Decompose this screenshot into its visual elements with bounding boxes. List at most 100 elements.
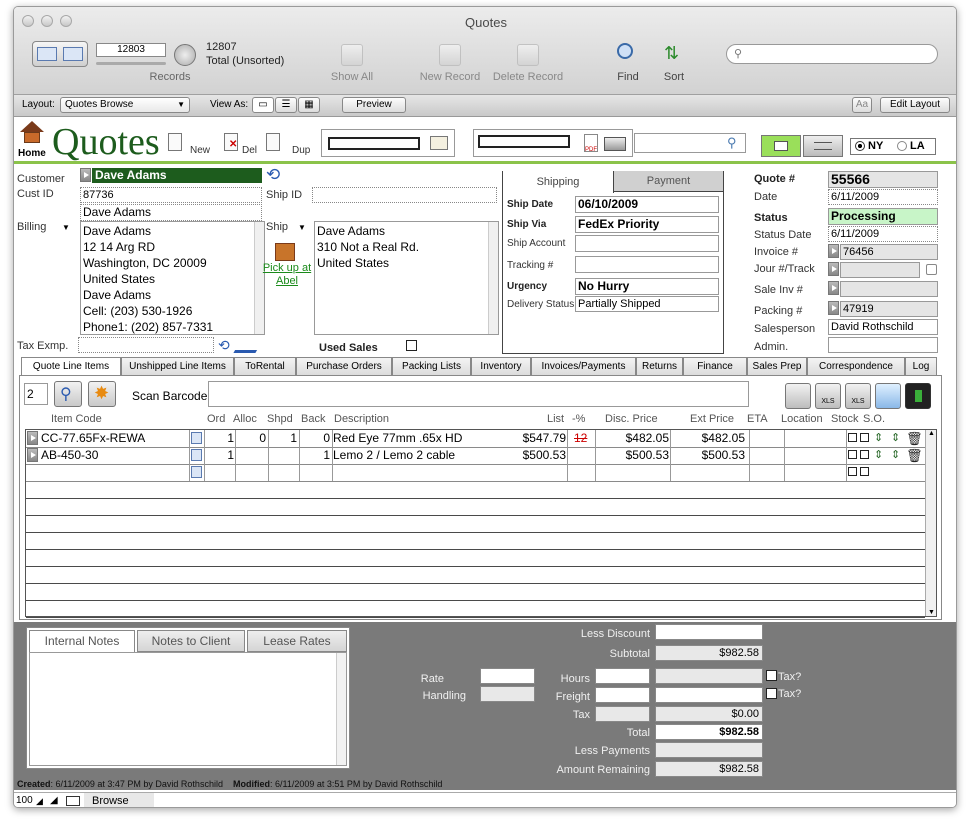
ship-dropdown-icon[interactable]: ▼: [298, 223, 306, 232]
cell-ext-price[interactable]: $482.05: [672, 431, 745, 445]
tab-unshipped-line-items[interactable]: Unshipped Line Items: [121, 357, 234, 376]
row-goto-button[interactable]: [27, 448, 38, 462]
zoom-in-icon[interactable]: ◢: [50, 795, 58, 806]
trash-icon[interactable]: 🗑: [906, 448, 923, 464]
tax-hours-checkbox[interactable]: [766, 670, 777, 681]
cell-ord[interactable]: 1: [206, 448, 234, 462]
export-xls-icon[interactable]: XLS: [815, 383, 841, 409]
ship-scrollbar[interactable]: [488, 222, 498, 334]
freight-field[interactable]: [595, 687, 650, 703]
move-row-icon[interactable]: ⇕: [891, 448, 900, 461]
stock-checkbox[interactable]: [848, 450, 857, 459]
cell-shpd[interactable]: 1: [269, 431, 297, 445]
cell-back[interactable]: 1: [300, 448, 330, 462]
tab-torental[interactable]: ToRental: [234, 357, 296, 376]
quote-number-field[interactable]: 55566: [828, 171, 938, 188]
store-pickup-icon[interactable]: [275, 243, 295, 261]
tracking-field[interactable]: [575, 256, 719, 273]
ship-via-field[interactable]: FedEx Priority: [575, 216, 719, 233]
view-table-button[interactable]: ▦: [298, 97, 320, 113]
customer-name-field[interactable]: Dave Adams: [92, 168, 262, 183]
show-all-button[interactable]: Show All: [320, 71, 384, 83]
cell-disc-price[interactable]: $482.05: [597, 431, 669, 445]
so-checkbox[interactable]: [860, 433, 869, 442]
ship-id-field[interactable]: [312, 187, 497, 203]
tab-sales-prep[interactable]: Sales Prep: [747, 357, 807, 376]
freight-total-field[interactable]: [655, 687, 763, 703]
admin-field[interactable]: [828, 337, 938, 353]
sort-button[interactable]: Sort: [656, 71, 692, 83]
invoice-goto-button[interactable]: [828, 244, 839, 258]
trash-icon[interactable]: 🗑: [906, 431, 923, 447]
move-row-icon[interactable]: ⇕: [874, 448, 883, 461]
record-number-input[interactable]: 12803: [96, 43, 166, 57]
view-list-button[interactable]: ☰: [275, 97, 297, 113]
cell-item-code[interactable]: CC-77.65Fx-REWA: [41, 431, 189, 445]
envelope-icon[interactable]: [430, 136, 448, 150]
jour-track-checkbox[interactable]: [926, 264, 937, 275]
line-items-scrollbar[interactable]: ▲ ▼: [925, 430, 936, 616]
tab-payment[interactable]: Payment: [614, 171, 723, 192]
layout-select[interactable]: Quotes Browse ▼: [60, 97, 190, 113]
box-icon[interactable]: [785, 383, 811, 409]
quote-search-field[interactable]: ⚲: [634, 133, 746, 153]
pickup-at-abel-link[interactable]: Pick up at Abel: [262, 262, 312, 288]
less-discount-field[interactable]: [655, 624, 763, 640]
tab-packing-lists[interactable]: Packing Lists: [392, 357, 471, 376]
stock-checkbox[interactable]: [848, 467, 857, 476]
delivery-status-field[interactable]: Partially Shipped: [575, 296, 719, 312]
delete-record-icon[interactable]: [517, 44, 539, 66]
device-icon[interactable]: [905, 383, 931, 409]
scroll-up-icon[interactable]: ▲: [928, 430, 935, 437]
stock-checkbox[interactable]: [848, 433, 857, 442]
cell-ord[interactable]: 1: [206, 431, 234, 445]
cell-ext-price[interactable]: $500.53: [672, 448, 745, 462]
tax-exmp-field[interactable]: [78, 337, 214, 353]
status-badge[interactable]: Processing: [828, 208, 938, 225]
so-checkbox[interactable]: [860, 467, 869, 476]
sale-inv-field[interactable]: [840, 281, 938, 297]
toggle-status-icon[interactable]: [66, 796, 80, 806]
invoice-field[interactable]: 76456: [840, 244, 938, 260]
cust-id-field[interactable]: 87736: [80, 187, 262, 203]
row-goto-button[interactable]: [27, 431, 38, 445]
internal-notes-textarea[interactable]: [29, 652, 347, 766]
delete-quote-button[interactable]: Del: [242, 145, 257, 156]
jour-track-field[interactable]: [840, 262, 920, 278]
preview-button[interactable]: Preview: [342, 97, 406, 113]
cell-back[interactable]: 0: [300, 431, 330, 445]
duplicate-quote-button[interactable]: Dup: [292, 145, 310, 156]
show-all-icon[interactable]: [341, 44, 363, 66]
table-row[interactable]: [26, 464, 925, 481]
tab-inventory[interactable]: Inventory: [471, 357, 531, 376]
status-date-field[interactable]: 6/11/2009: [828, 226, 938, 242]
hours-field[interactable]: [595, 668, 650, 684]
email-field[interactable]: [328, 137, 420, 150]
contact-name-field[interactable]: Dave Adams: [80, 204, 262, 221]
home-label[interactable]: Home: [18, 148, 46, 159]
tab-correspondence[interactable]: Correspondence: [807, 357, 905, 376]
tab-log[interactable]: Log: [905, 357, 937, 376]
zoom-level[interactable]: 100: [16, 795, 33, 806]
spreadsheet-grid-icon[interactable]: [875, 383, 901, 409]
jour-goto-button[interactable]: [828, 262, 839, 276]
cell-item-code[interactable]: AB-450-30: [41, 448, 189, 462]
pdf-icon[interactable]: PDF: [584, 134, 598, 153]
new-quote-button[interactable]: New: [190, 145, 210, 156]
cell-pct[interactable]: 12: [574, 431, 592, 445]
tax-freight-checkbox[interactable]: [766, 688, 777, 699]
tab-purchase-orders[interactable]: Purchase Orders: [296, 357, 392, 376]
cell-disc-price[interactable]: $500.53: [597, 448, 669, 462]
quick-find-search[interactable]: ⚲: [726, 44, 938, 64]
customer-goto-button[interactable]: [80, 168, 91, 182]
cell-list[interactable]: $547.79: [512, 431, 566, 445]
billing-address-box[interactable]: Dave Adams 12 14 Arg RD Washington, DC 200…: [80, 221, 265, 335]
add-item-button[interactable]: ⚲: [54, 381, 82, 407]
scan-barcode-input[interactable]: [208, 381, 749, 407]
print-field[interactable]: [478, 135, 570, 148]
used-sales-checkbox[interactable]: [406, 340, 417, 351]
sort-arrows-icon[interactable]: ⇅: [664, 43, 684, 63]
cell-list[interactable]: $500.53: [512, 448, 566, 462]
tab-shipping[interactable]: Shipping: [503, 171, 614, 193]
pencil-icon[interactable]: [233, 337, 265, 353]
